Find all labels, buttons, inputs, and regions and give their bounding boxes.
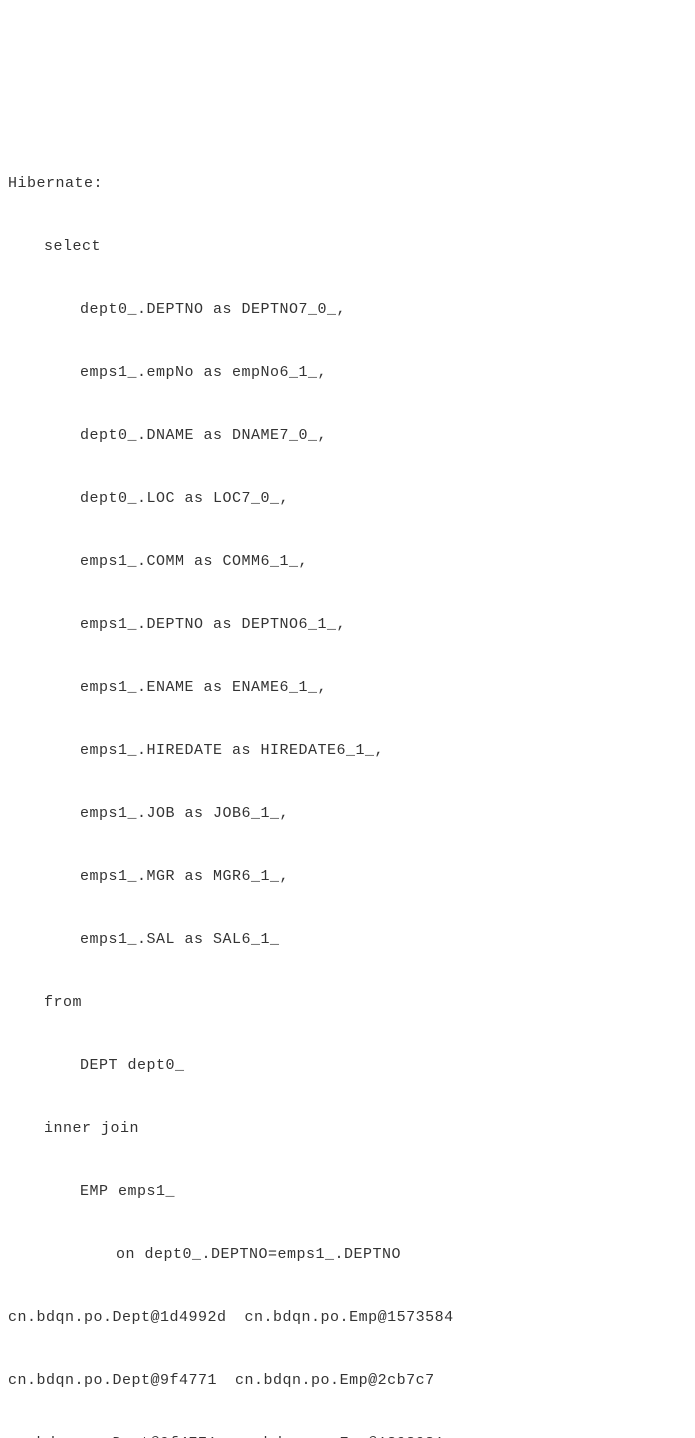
select-column: dept0_.LOC as LOC7_0_,	[8, 483, 687, 515]
select-column: emps1_.ENAME as ENAME6_1_,	[8, 672, 687, 704]
output-row: cn.bdqn.po.Dept@9f4771 cn.bdqn.po.Emp@189…	[8, 1428, 687, 1438]
select-column: dept0_.DEPTNO as DEPTNO7_0_,	[8, 294, 687, 326]
select-column: emps1_.MGR as MGR6_1_,	[8, 861, 687, 893]
dept-obj: cn.bdqn.po.Dept@9f4771	[8, 1435, 217, 1438]
on-clause: on dept0_.DEPTNO=emps1_.DEPTNO	[8, 1239, 687, 1271]
select-column: emps1_.COMM as COMM6_1_,	[8, 546, 687, 578]
select-column: emps1_.SAL as SAL6_1_	[8, 924, 687, 956]
select-keyword: select	[8, 231, 687, 263]
emp-obj: cn.bdqn.po.Emp@1573584	[245, 1309, 454, 1326]
output-row: cn.bdqn.po.Dept@9f4771 cn.bdqn.po.Emp@2cb…	[8, 1365, 687, 1397]
dept-obj: cn.bdqn.po.Dept@1d4992d	[8, 1309, 227, 1326]
join-keyword: inner join	[8, 1113, 687, 1145]
dept-obj: cn.bdqn.po.Dept@9f4771	[8, 1372, 217, 1389]
emp-obj: cn.bdqn.po.Emp@2cb7c7	[235, 1372, 435, 1389]
from-table: DEPT dept0_	[8, 1050, 687, 1082]
log-header: Hibernate:	[8, 168, 687, 200]
select-column: emps1_.empNo as empNo6_1_,	[8, 357, 687, 389]
emp-obj: cn.bdqn.po.Emp@1898981	[235, 1435, 444, 1438]
hibernate-sql-log: Hibernate: select dept0_.DEPTNO as DEPTN…	[8, 136, 687, 1438]
select-column: dept0_.DNAME as DNAME7_0_,	[8, 420, 687, 452]
select-column: emps1_.HIREDATE as HIREDATE6_1_,	[8, 735, 687, 767]
join-table: EMP emps1_	[8, 1176, 687, 1208]
select-column: emps1_.DEPTNO as DEPTNO6_1_,	[8, 609, 687, 641]
select-column: emps1_.JOB as JOB6_1_,	[8, 798, 687, 830]
from-keyword: from	[8, 987, 687, 1019]
output-row: cn.bdqn.po.Dept@1d4992d cn.bdqn.po.Emp@15…	[8, 1302, 687, 1334]
